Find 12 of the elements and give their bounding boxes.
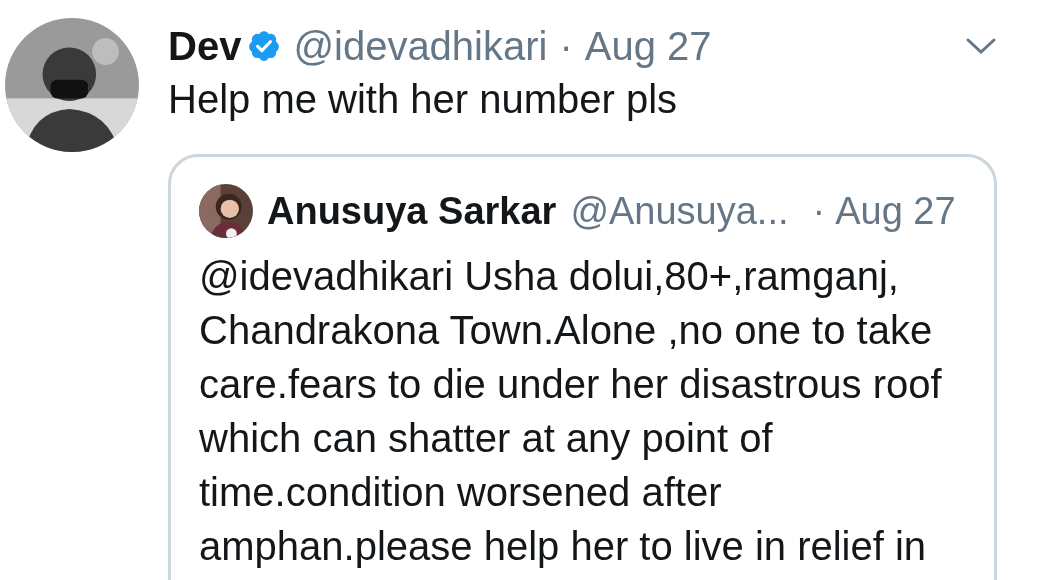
separator-dot: · xyxy=(812,192,826,230)
quoted-author-handle: @Anusuya... xyxy=(570,192,789,230)
separator-dot: · xyxy=(559,26,573,66)
quoted-tweet-card[interactable] xyxy=(168,154,997,580)
author-name: Dev xyxy=(168,26,242,66)
quoted-author-name: Anusuya Sarkar xyxy=(267,192,557,230)
tweet-date: Aug 27 xyxy=(584,26,712,66)
chevron-down-icon[interactable] xyxy=(965,36,997,56)
author-handle: @idevadhikari xyxy=(293,26,548,66)
tweet-text: Help me with her number pls xyxy=(168,76,679,122)
quoted-tweet-text: @idevadhikari Usha dolui,80+,ramganj, Chandrakona Town.Alone ,no one to take care.fears to die under her disastrous roof which can shatter at any point of time.condition worsened after amphan.please help her to live in relief in xyxy=(199,253,943,570)
quoted-tweet-date: Aug 27 xyxy=(835,192,956,230)
